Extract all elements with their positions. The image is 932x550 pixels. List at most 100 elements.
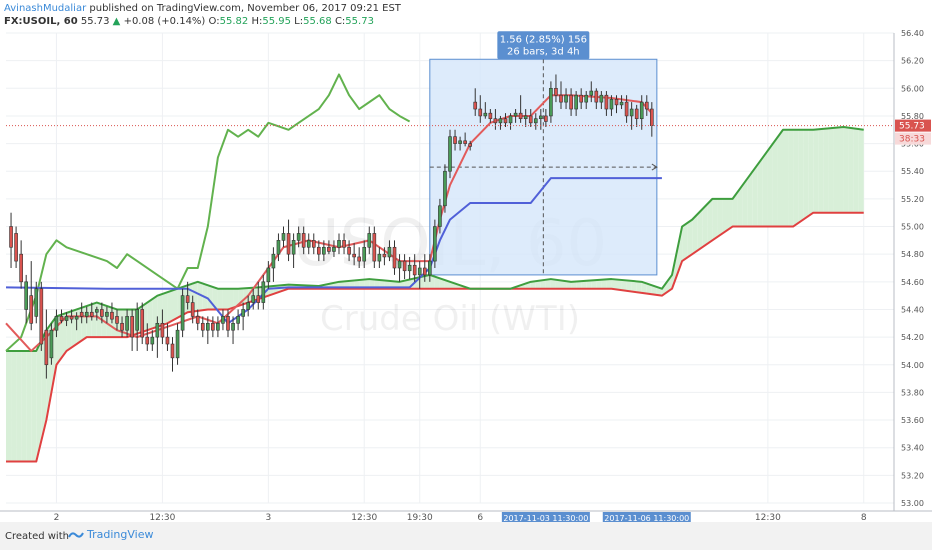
time-tick-label: 8 bbox=[861, 513, 867, 522]
cloud-fill bbox=[727, 198, 733, 230]
candle-body bbox=[644, 101, 649, 110]
candle-body bbox=[180, 295, 185, 331]
candle-body bbox=[407, 264, 412, 272]
candle-body bbox=[49, 329, 54, 359]
candle-body bbox=[322, 246, 326, 255]
candle-body bbox=[614, 99, 619, 106]
tradingview-brand[interactable]: TradingView bbox=[68, 528, 153, 541]
cloud-fill bbox=[606, 279, 612, 289]
cloud-fill bbox=[157, 293, 163, 327]
candle-body bbox=[397, 260, 402, 269]
time-tick-label: 2 bbox=[54, 513, 60, 522]
cloud-fill bbox=[772, 136, 778, 227]
cloud-fill bbox=[833, 127, 839, 213]
candle-body bbox=[417, 267, 422, 276]
candle-body bbox=[347, 246, 351, 255]
candle-body bbox=[574, 94, 578, 110]
cloud-fill bbox=[596, 279, 602, 289]
footer-bar: Created with TradingView bbox=[0, 522, 932, 550]
cloud-fill bbox=[793, 129, 799, 227]
candle-body bbox=[342, 240, 346, 248]
candle-body bbox=[412, 264, 417, 276]
candle-body bbox=[241, 309, 245, 317]
candle-body bbox=[150, 336, 155, 345]
candle-body bbox=[367, 233, 372, 248]
cloud-fill bbox=[803, 129, 809, 220]
cloud-fill bbox=[697, 209, 703, 251]
candle-body bbox=[513, 112, 518, 117]
candle-body bbox=[296, 233, 301, 241]
candle-body bbox=[498, 118, 503, 124]
cloud-fill bbox=[747, 171, 753, 227]
candle-body bbox=[216, 322, 220, 331]
cloud-fill bbox=[16, 350, 22, 462]
candle-body bbox=[493, 118, 498, 124]
candle-body bbox=[594, 90, 599, 103]
candle-body bbox=[160, 322, 165, 338]
cloud-fill bbox=[722, 198, 728, 234]
candle-body bbox=[29, 295, 34, 324]
cloud-fill bbox=[222, 288, 228, 310]
candle-body bbox=[145, 336, 150, 345]
cloud-fill bbox=[6, 350, 12, 462]
candle-body bbox=[544, 115, 548, 122]
price-tick-label: 53.80 bbox=[901, 388, 924, 397]
candle-body bbox=[503, 118, 508, 124]
candle-body bbox=[125, 316, 129, 331]
candle-body bbox=[9, 226, 13, 248]
candle-body bbox=[443, 170, 447, 207]
candle-body bbox=[433, 226, 437, 262]
candle-body bbox=[352, 253, 356, 258]
candle-body bbox=[251, 295, 256, 303]
candle-body bbox=[256, 295, 261, 303]
candle-body bbox=[539, 115, 543, 120]
cloud-fill bbox=[767, 143, 773, 227]
candle-body bbox=[377, 253, 382, 262]
candle-body bbox=[559, 94, 563, 103]
candle-body bbox=[609, 99, 614, 110]
price-tick-label: 54.60 bbox=[901, 278, 924, 287]
candle-body bbox=[276, 240, 281, 255]
cloud-fill bbox=[788, 129, 794, 227]
cloud-fill bbox=[91, 302, 97, 338]
candle-body bbox=[624, 101, 629, 117]
candle-body bbox=[317, 246, 321, 255]
candle-body bbox=[165, 336, 170, 345]
candle-body bbox=[34, 288, 39, 317]
price-chart[interactable]: USOIL, 60Crude Oil (WTI)1.56 (2.85%) 156… bbox=[0, 0, 932, 522]
candle-body bbox=[236, 316, 240, 324]
candle-body bbox=[190, 302, 195, 317]
candle-body bbox=[569, 94, 573, 110]
cloud-fill bbox=[601, 279, 607, 289]
price-tick-label: 55.00 bbox=[901, 223, 924, 232]
candle-body bbox=[528, 115, 533, 124]
price-tick-label: 54.80 bbox=[901, 250, 924, 259]
cloud-fill bbox=[707, 198, 713, 244]
cloud-fill bbox=[636, 281, 642, 293]
time-tick-label: 12:30 bbox=[755, 513, 781, 522]
price-tick-label: 54.40 bbox=[901, 305, 924, 314]
cloud-fill bbox=[823, 128, 829, 213]
candle-body bbox=[554, 87, 558, 96]
candle-body bbox=[84, 311, 89, 317]
cloud-fill bbox=[712, 198, 718, 241]
cloud-fill bbox=[86, 304, 92, 338]
cloud-fill bbox=[828, 127, 834, 213]
candle-body bbox=[175, 329, 180, 359]
price-tick-label: 54.20 bbox=[901, 333, 924, 342]
candle-body bbox=[438, 205, 442, 227]
price-tick-label: 55.20 bbox=[901, 195, 924, 204]
cloud-fill bbox=[626, 280, 632, 292]
candle-body bbox=[549, 87, 553, 117]
candle-body bbox=[518, 112, 523, 120]
cloud-fill bbox=[798, 129, 804, 224]
cloud-fill bbox=[838, 127, 844, 213]
candle-body bbox=[483, 112, 488, 117]
cloud-fill bbox=[424, 274, 430, 289]
candle-body bbox=[74, 316, 79, 320]
candle-body bbox=[19, 253, 23, 283]
candle-body bbox=[453, 136, 457, 144]
cloud-fill bbox=[621, 279, 627, 291]
cloud-fill bbox=[717, 198, 723, 237]
candle-body bbox=[488, 112, 493, 120]
